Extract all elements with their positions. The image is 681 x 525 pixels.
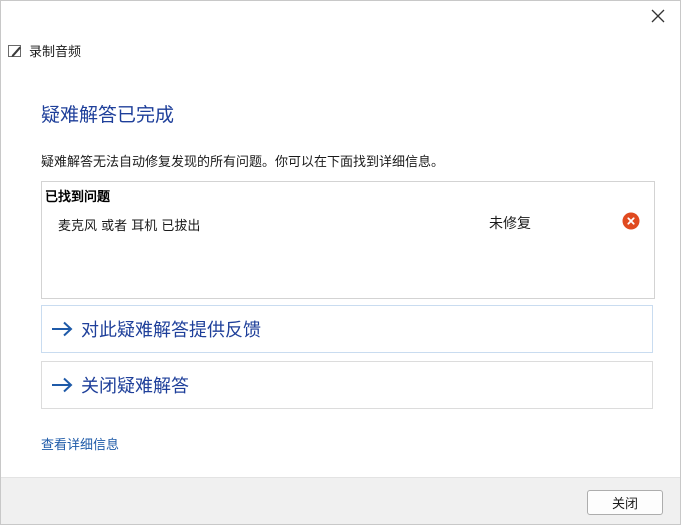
feedback-link[interactable]: 对此疑难解答提供反馈 xyxy=(41,305,653,353)
close-icon[interactable] xyxy=(646,4,670,28)
dialog-footer: 关闭 xyxy=(1,477,680,524)
close-troubleshooter-link[interactable]: 关闭疑难解答 xyxy=(41,361,653,409)
troubleshooter-dialog: 录制音频 疑难解答已完成 疑难解答无法自动修复发现的所有问题。你可以在下面找到详… xyxy=(0,0,681,525)
arrow-right-icon xyxy=(52,377,73,393)
close-button[interactable]: 关闭 xyxy=(587,490,663,515)
pen-tool-icon xyxy=(8,44,21,57)
description-text: 疑难解答无法自动修复发现的所有问题。你可以在下面找到详细信息。 xyxy=(41,155,445,170)
page-title: 疑难解答已完成 xyxy=(41,104,175,126)
feedback-label: 对此疑难解答提供反馈 xyxy=(81,320,261,341)
view-details-link[interactable]: 查看详细信息 xyxy=(41,434,119,453)
issue-status: 未修复 xyxy=(489,216,531,232)
found-problems-title: 已找到问题 xyxy=(45,190,111,205)
window-title-row: 录制音频 xyxy=(7,41,81,60)
arrow-right-icon xyxy=(52,321,73,337)
issue-name: 麦克风 或者 耳机 已拔出 xyxy=(58,219,201,234)
close-troubleshooter-label: 关闭疑难解答 xyxy=(81,376,189,397)
window-title: 录制音频 xyxy=(29,45,82,60)
error-x-circle-icon xyxy=(622,212,640,230)
found-problems-panel: 已找到问题 麦克风 或者 耳机 已拔出 未修复 xyxy=(41,181,655,299)
